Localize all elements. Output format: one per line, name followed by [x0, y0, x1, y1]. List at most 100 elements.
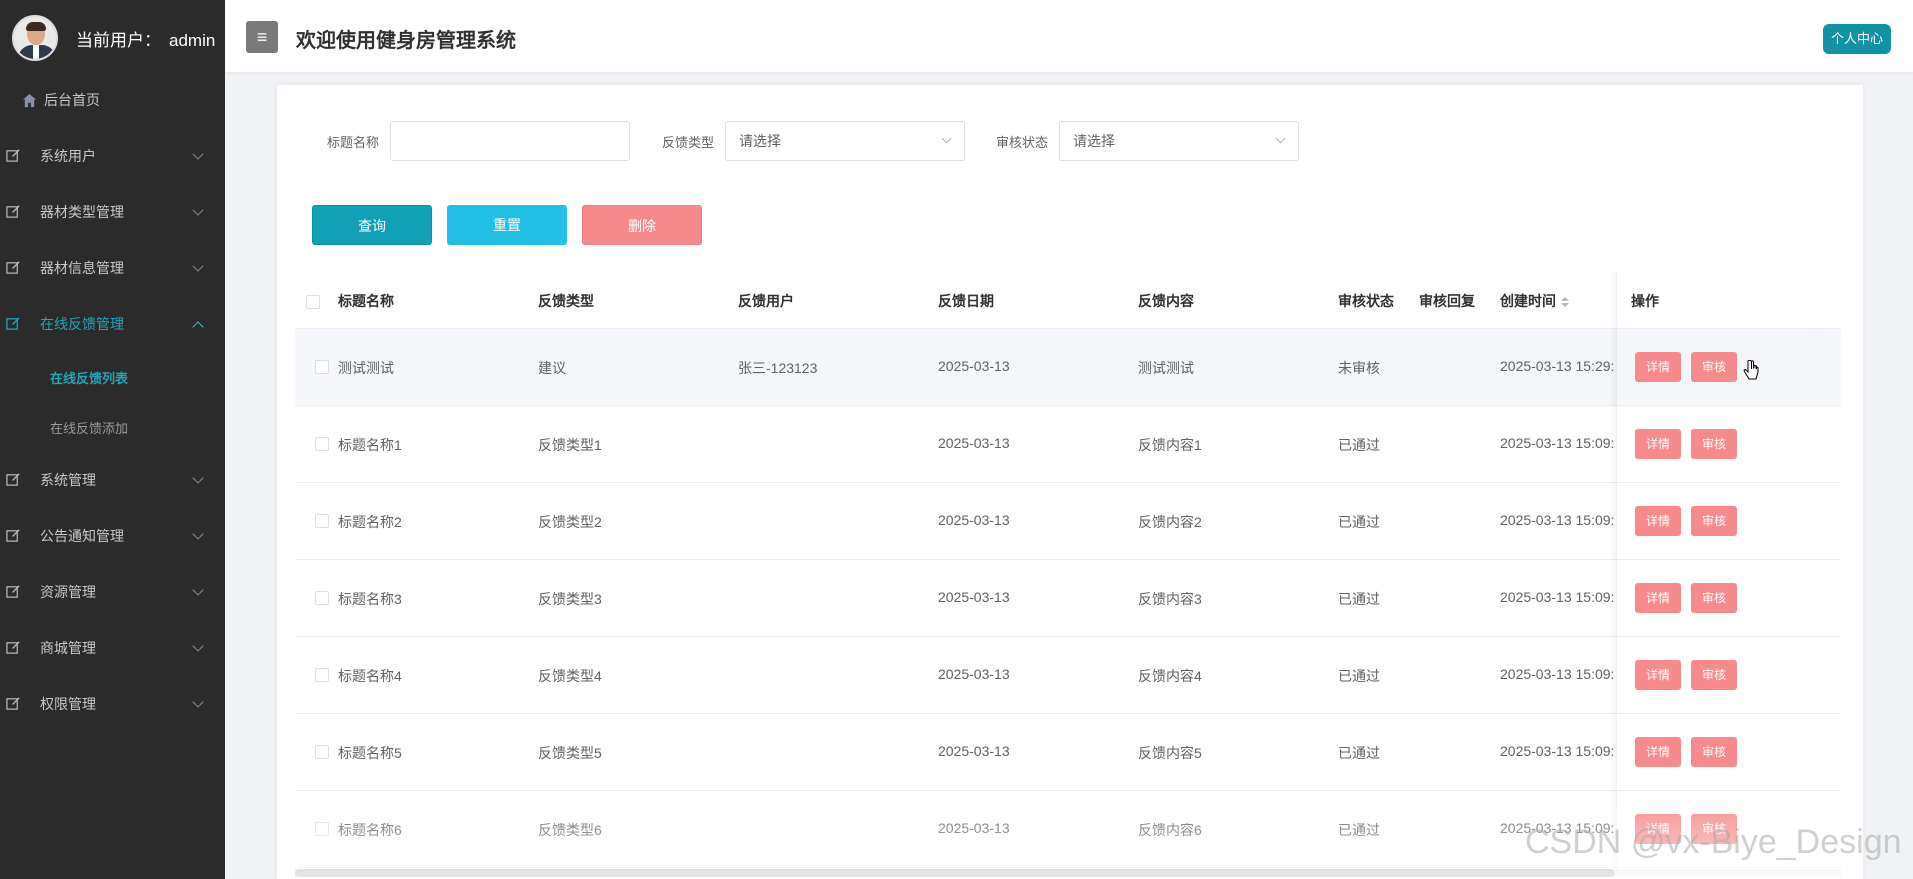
delete-button[interactable]: 删除 [582, 205, 702, 245]
chevron-down-icon [192, 696, 204, 708]
row-checkbox[interactable] [315, 668, 329, 682]
column-header-status: 审核状态 [1338, 293, 1394, 309]
cell-type: 反馈类型5 [538, 745, 602, 761]
profile-button[interactable]: 个人中心 [1823, 24, 1891, 54]
scrollbar-thumb[interactable] [295, 869, 1615, 877]
query-button[interactable]: 查询 [312, 205, 432, 245]
cell-date: 2025-03-13 [938, 666, 1010, 682]
main-card: 标题名称 反馈类型 请选择 审核状态 请选择 查询 重置 删除 标题名称 反馈类… [277, 85, 1863, 879]
cell-title: 标题名称4 [338, 668, 402, 684]
sidebar-item-label: 公告通知管理 [40, 528, 124, 544]
table-row[interactable]: 标题名称4 反馈类型4 2025-03-13 反馈内容4 已通过 2025-03-13 1… [295, 637, 1841, 714]
sidebar-item-label: 商城管理 [40, 640, 96, 656]
row-checkbox[interactable] [315, 360, 329, 374]
chevron-down-icon [192, 640, 204, 652]
filter-title: 标题名称 [327, 121, 631, 161]
feedback-type-select[interactable]: 请选择 [725, 121, 966, 161]
sidebar-item-online-feedback[interactable]: 在线反馈管理 [0, 296, 225, 352]
cell-type: 反馈类型3 [538, 591, 602, 607]
table-row[interactable]: 标题名称1 反馈类型1 2025-03-13 反馈内容1 已通过 2025-03-13 1… [295, 406, 1841, 483]
cell-content: 反馈内容5 [1138, 745, 1202, 761]
row-checkbox[interactable] [315, 591, 329, 605]
cell-date: 2025-03-13 [938, 820, 1010, 836]
cell-status: 已通过 [1338, 822, 1380, 838]
sidebar-subitem-feedback-list[interactable]: 在线反馈列表 [0, 352, 225, 402]
edit-icon [6, 585, 20, 598]
cell-title: 标题名称5 [338, 745, 402, 761]
watermark: CSDN @vx-Biye_Design [1525, 823, 1902, 861]
fixed-actions-column [1617, 271, 1815, 879]
cell-content: 测试测试 [1138, 360, 1194, 376]
row-checkbox[interactable] [315, 437, 329, 451]
column-header-type: 反馈类型 [538, 293, 594, 309]
cell-created: 2025-03-13 15:09: [1500, 666, 1615, 682]
cell-content: 反馈内容1 [1138, 437, 1202, 453]
column-header-user: 反馈用户 [738, 293, 794, 309]
cell-status: 已通过 [1338, 591, 1380, 607]
edit-icon [6, 697, 20, 710]
sidebar-item-label: 系统用户 [40, 148, 96, 164]
user-bar: 当前用户： admin [0, 0, 225, 76]
cell-status: 已通过 [1338, 514, 1380, 530]
sidebar-item-home[interactable]: 后台首页 [0, 72, 225, 128]
sidebar-item-permissions[interactable]: 权限管理 [0, 676, 225, 732]
sidebar-item-equipment-types[interactable]: 器材类型管理 [0, 184, 225, 240]
edit-icon [6, 473, 20, 486]
home-icon [22, 93, 37, 108]
sidebar-item-label: 器材类型管理 [40, 204, 124, 220]
cell-title: 测试测试 [338, 360, 394, 376]
cell-content: 反馈内容2 [1138, 514, 1202, 530]
chevron-down-icon [941, 133, 952, 144]
cell-title: 标题名称6 [338, 822, 402, 838]
review-status-select[interactable]: 请选择 [1059, 121, 1300, 161]
cell-date: 2025-03-13 [938, 358, 1010, 374]
avatar[interactable] [12, 15, 58, 61]
edit-icon [6, 261, 20, 274]
feedback-table: 标题名称 反馈类型 反馈用户 反馈日期 反馈内容 审核状态 审核回复 创建时间 … [295, 271, 1841, 879]
chevron-down-icon [192, 260, 204, 272]
cell-title: 标题名称2 [338, 514, 402, 530]
cell-status: 已通过 [1338, 745, 1380, 761]
row-checkbox[interactable] [315, 514, 329, 528]
table-row[interactable]: 测试测试 建议 张三-123123 2025-03-13 测试测试 未审核 2025-03-… [295, 329, 1841, 406]
select-placeholder: 请选择 [1073, 133, 1116, 149]
table-row[interactable]: 标题名称3 反馈类型3 2025-03-13 反馈内容3 已通过 2025-03-13 1… [295, 560, 1841, 637]
mouse-cursor-icon [1743, 360, 1759, 380]
sidebar-subitem-feedback-add[interactable]: 在线反馈添加 [0, 402, 225, 452]
row-checkbox[interactable] [315, 745, 329, 759]
cell-user: 张三-123123 [738, 360, 818, 376]
reset-button[interactable]: 重置 [447, 205, 567, 245]
row-checkbox[interactable] [315, 822, 329, 836]
chevron-down-icon [192, 584, 204, 596]
cell-date: 2025-03-13 [938, 512, 1010, 528]
cell-date: 2025-03-13 [938, 589, 1010, 605]
column-header-created[interactable]: 创建时间 [1500, 291, 1569, 311]
chevron-down-icon [192, 148, 204, 160]
sidebar-item-label: 资源管理 [40, 584, 96, 600]
sidebar-item-announcements[interactable]: 公告通知管理 [0, 508, 225, 564]
title-search-input[interactable] [390, 121, 631, 161]
top-header: ≡ 欢迎使用健身房管理系统 个人中心 [225, 0, 1913, 72]
edit-icon [6, 149, 20, 162]
edit-icon [6, 205, 20, 218]
cell-title: 标题名称3 [338, 591, 402, 607]
chevron-down-icon [1275, 133, 1286, 144]
sort-icon[interactable] [1561, 297, 1569, 308]
sidebar-item-resources[interactable]: 资源管理 [0, 564, 225, 620]
chevron-down-icon [192, 472, 204, 484]
cell-title: 标题名称1 [338, 437, 402, 453]
sidebar-item-equipment-info[interactable]: 器材信息管理 [0, 240, 225, 296]
cell-type: 反馈类型2 [538, 514, 602, 530]
select-all-checkbox[interactable] [306, 295, 320, 309]
horizontal-scrollbar[interactable] [295, 869, 1841, 877]
menu-toggle-icon[interactable]: ≡ [246, 21, 278, 53]
sidebar-item-system-management[interactable]: 系统管理 [0, 452, 225, 508]
sidebar-item-shop[interactable]: 商城管理 [0, 620, 225, 676]
sidebar-item-system-users[interactable]: 系统用户 [0, 128, 225, 184]
cell-status: 已通过 [1338, 668, 1380, 684]
select-placeholder: 请选择 [739, 133, 782, 149]
table-row[interactable]: 标题名称5 反馈类型5 2025-03-13 反馈内容5 已通过 2025-03-13 1… [295, 714, 1841, 791]
sidebar-item-label: 在线反馈管理 [40, 316, 124, 332]
cell-content: 反馈内容3 [1138, 591, 1202, 607]
table-row[interactable]: 标题名称2 反馈类型2 2025-03-13 反馈内容2 已通过 2025-03-13 1… [295, 483, 1841, 560]
